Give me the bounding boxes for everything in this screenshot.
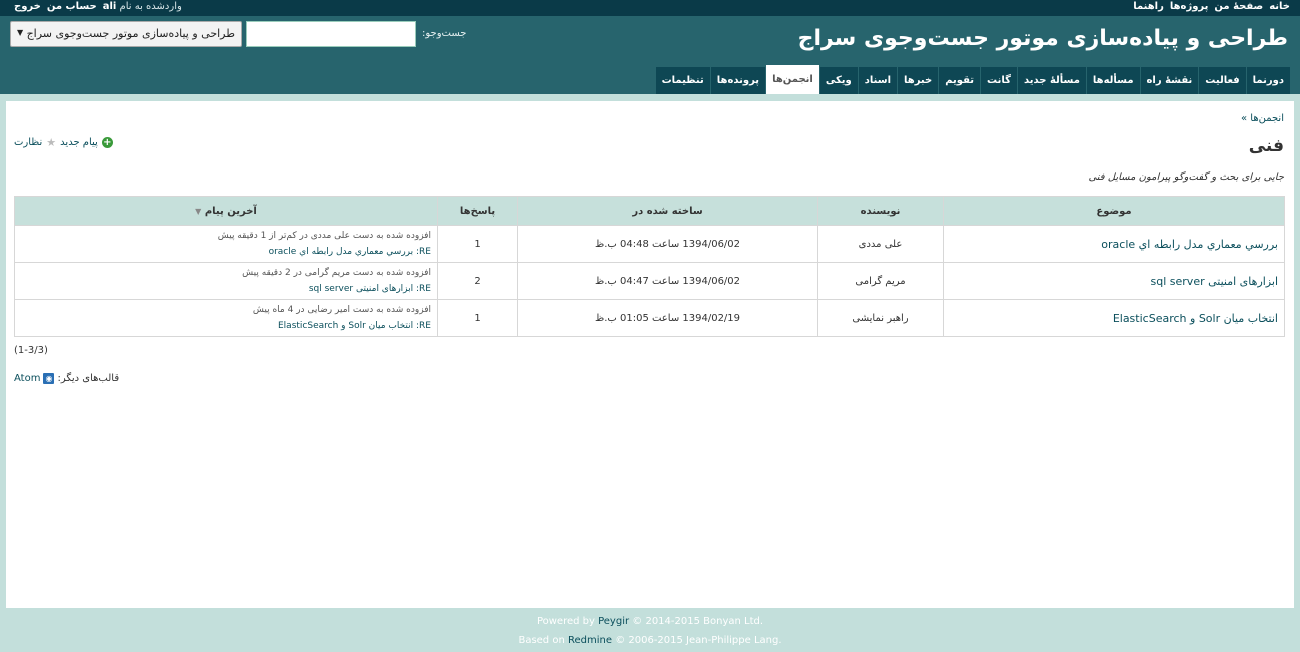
top-link-projects[interactable]: پروژه‌ها — [1170, 1, 1209, 12]
content: انجمن‌ها » + پیام جدید ★ نظارت فنی جایی … — [6, 101, 1294, 608]
header-subject[interactable]: موضوع — [943, 196, 1285, 226]
star-icon: ★ — [46, 136, 57, 149]
contextual-actions: + پیام جدید ★ نظارت — [14, 136, 113, 149]
row-subject: ابزارهای امنیتی sql server — [943, 262, 1285, 300]
header-replies[interactable]: پاسخ‌ها — [437, 196, 518, 226]
footer-based-on: Based on — [518, 635, 565, 646]
search-input[interactable] — [246, 21, 416, 47]
header-author[interactable]: نویسنده — [817, 196, 944, 226]
last-message-link[interactable]: RE: انتخاب میان Solr و ElasticSearch — [278, 321, 431, 331]
row-replies: 1 — [437, 299, 518, 337]
watch-link[interactable]: نظارت — [14, 137, 42, 148]
breadcrumb: انجمن‌ها » — [1241, 113, 1284, 124]
logged-as-prefix: وارد‌شده به نام — [119, 1, 182, 12]
table-row: انتخاب میان Solr و ElasticSearch راهبر نم… — [14, 299, 1285, 337]
last-message-meta: افزوده شده به دست مریم گرامی در 2 دقیقه … — [242, 268, 431, 278]
row-author: راهبر نمایشی — [817, 299, 944, 337]
redmine-link[interactable]: Redmine — [568, 635, 612, 646]
row-subject: بررسي معماري مدل رابطه اي oracle — [943, 225, 1285, 263]
last-message-link[interactable]: RE: بررسي معماري مدل رابطه اي oracle — [269, 247, 431, 257]
top-link-home[interactable]: خانه — [1269, 1, 1290, 12]
tab-1[interactable]: فعالیت — [1199, 67, 1246, 94]
board-title: فنی — [1248, 136, 1284, 156]
breadcrumb-forums-link[interactable]: انجمن‌ها » — [1241, 113, 1284, 124]
last-message-meta: افزوده شده به دست علی مددی در کم‌تر از 1… — [217, 231, 431, 241]
top-menu-left-links: وارد‌شده به نام ali حساب من خروج — [14, 1, 182, 12]
tab-10[interactable]: انجمن‌ها — [766, 65, 819, 94]
project-jump-value: طراحی و پیاده‌سازی موتور جست‌وجوی سراج — [26, 27, 235, 40]
tab-11[interactable]: پرونده‌ها — [710, 67, 766, 94]
row-last-message: افزوده شده به دست امیر رضایی در 4 ماه پی… — [14, 299, 438, 337]
footer-copyright-1: © 2014-2015 Bonyan Ltd. — [632, 616, 764, 627]
footer-copyright-2: © 2006-2015 Jean-Philippe Lang. — [615, 635, 782, 646]
row-replies: 1 — [437, 225, 518, 263]
tab-12[interactable]: تنظیمات — [655, 67, 710, 94]
my-account-link[interactable]: حساب من — [47, 1, 97, 12]
project-jump-select[interactable]: طراحی و پیاده‌سازی موتور جست‌وجوی سراج ▼ — [10, 21, 242, 47]
table-body: بررسي معماري مدل رابطه اي oracle علی مددی… — [14, 225, 1285, 337]
username-link[interactable]: ali — [103, 1, 117, 12]
tab-9[interactable]: ویکی — [819, 67, 858, 94]
search-label: جست‌وجو: — [422, 28, 467, 39]
row-replies: 2 — [437, 262, 518, 300]
top-menu-right-links: خانه صفحهٔ من پروژه‌ها راهنما — [1133, 1, 1290, 12]
row-author: علی مددی — [817, 225, 944, 263]
tab-5[interactable]: گانت — [981, 67, 1017, 94]
table-row: بررسي معماري مدل رابطه اي oracle علی مددی… — [14, 225, 1285, 263]
top-link-my-page[interactable]: صفحهٔ من — [1214, 1, 1263, 12]
feed-icon: ◉ — [43, 373, 55, 384]
topic-link[interactable]: انتخاب میان Solr و ElasticSearch — [1113, 312, 1278, 325]
header-last-message-label: آخرین پیام — [204, 205, 257, 217]
row-author: مریم گرامی — [817, 262, 944, 300]
header: طراحی و پیاده‌سازی موتور جست‌وجوی سراج ج… — [0, 16, 1300, 94]
top-link-help[interactable]: راهنما — [1133, 1, 1164, 12]
header-created[interactable]: ساخته شده در — [517, 196, 818, 226]
new-message-link[interactable]: پیام جدید — [60, 137, 98, 148]
sort-desc-icon: ▼ — [195, 206, 202, 216]
row-last-message: افزوده شده به دست مریم گرامی در 2 دقیقه … — [14, 262, 438, 300]
chevron-down-icon: ▼ — [17, 28, 24, 37]
footer-powered-by: Powered by — [536, 616, 595, 627]
tab-2[interactable]: نقشهٔ راه — [1140, 67, 1199, 94]
board-description: جایی برای بحث و گفت‌وگو پیرامون مسایل فن… — [1088, 172, 1284, 183]
row-created: 1394/02/19 ساعت 01:05 ب.ظ — [517, 299, 818, 337]
logout-link[interactable]: خروج — [14, 1, 41, 12]
tab-4[interactable]: مسألهٔ جدید — [1017, 67, 1086, 94]
topic-link[interactable]: بررسي معماري مدل رابطه اي oracle — [1101, 238, 1278, 251]
table-row: ابزارهای امنیتی sql server مریم گرامی 1394… — [14, 262, 1285, 300]
row-subject: انتخاب میان Solr و ElasticSearch — [943, 299, 1285, 337]
atom-link[interactable]: Atom — [14, 373, 40, 384]
topic-link[interactable]: ابزارهای امنیتی sql server — [1151, 275, 1278, 288]
last-message-link[interactable]: RE: ابزارهای امنیتی sql server — [309, 284, 431, 294]
footer-line-1: Powered by Peygir © 2014-2015 Bonyan Ltd… — [0, 612, 1300, 631]
logged-as: وارد‌شده به نام ali — [103, 1, 182, 12]
table-header-row: موضوع نویسنده ساخته شده در پاسخ‌ها آخرین… — [14, 196, 1285, 226]
header-last-message[interactable]: آخرین پیام ▼ — [14, 196, 438, 226]
tab-7[interactable]: خبرها — [898, 67, 939, 94]
main-menu: دورنما فعالیت نقشهٔ راه مسأله‌ها مسألهٔ جدید… — [655, 65, 1290, 94]
other-formats-label: قالب‌های دیگر: — [57, 373, 120, 384]
row-created: 1394/06/02 ساعت 04:48 ب.ظ — [517, 225, 818, 263]
tab-8[interactable]: اسناد — [858, 67, 897, 94]
pagination: (1-3/3) — [14, 345, 48, 356]
last-message-meta: افزوده شده به دست امیر رضایی در 4 ماه پی… — [252, 305, 431, 315]
tab-3[interactable]: مسأله‌ها — [1086, 67, 1140, 94]
messages-table: موضوع نویسنده ساخته شده در پاسخ‌ها آخرین… — [14, 196, 1285, 337]
footer-line-2: Based on Redmine © 2006-2015 Jean-Philip… — [0, 631, 1300, 650]
tab-6[interactable]: تقویم — [939, 67, 981, 94]
peygir-link[interactable]: Peygir — [598, 616, 629, 627]
row-last-message: افزوده شده به دست علی مددی در کم‌تر از 1… — [14, 225, 438, 263]
project-title: طراحی و پیاده‌سازی موتور جست‌وجوی سراج — [797, 26, 1288, 51]
row-created: 1394/06/02 ساعت 04:47 ب.ظ — [517, 262, 818, 300]
other-formats: قالب‌های دیگر: ◉ Atom — [14, 373, 119, 384]
top-menu: خانه صفحهٔ من پروژه‌ها راهنما وارد‌شده ب… — [0, 0, 1300, 16]
add-icon: + — [101, 137, 113, 148]
tab-0[interactable]: دورنما — [1246, 67, 1290, 94]
footer: Powered by Peygir © 2014-2015 Bonyan Ltd… — [0, 612, 1300, 650]
